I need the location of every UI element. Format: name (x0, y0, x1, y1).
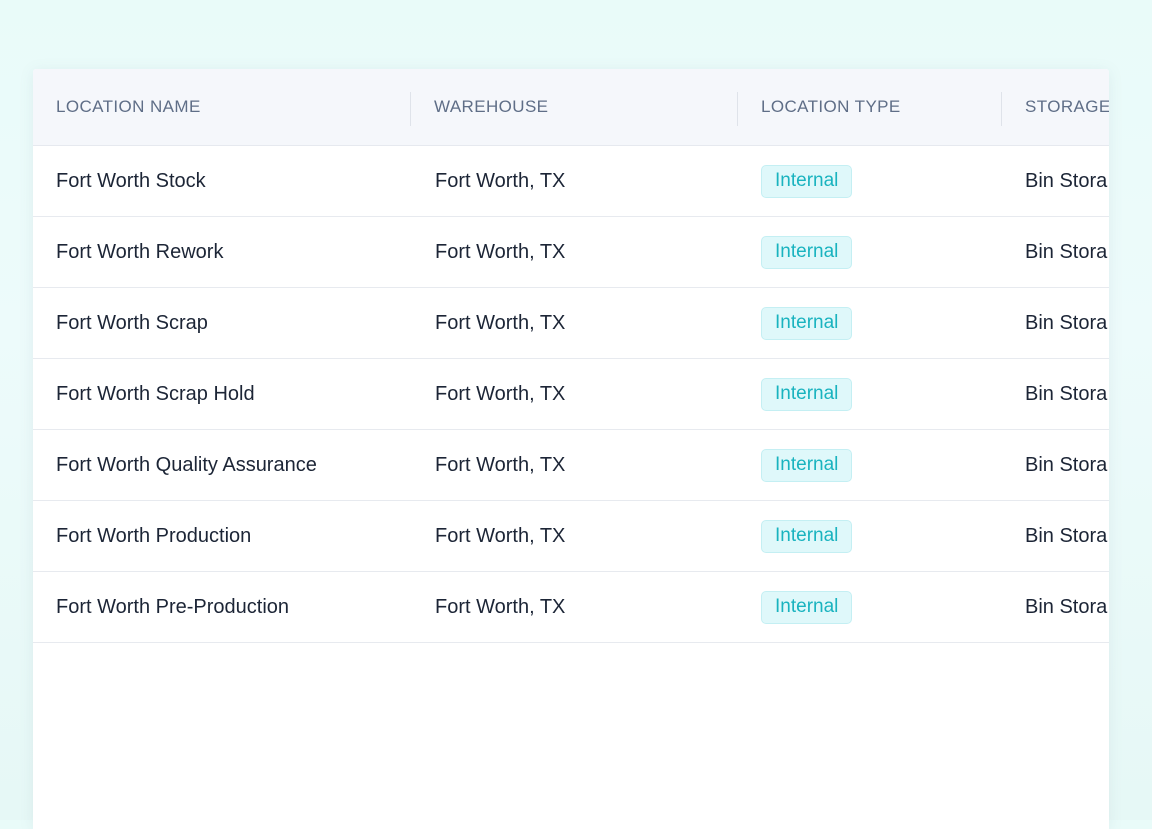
cell-location-name: Fort Worth Stock (56, 169, 206, 192)
table-row[interactable]: Fort Worth Production Fort Worth, TX Int… (33, 501, 1109, 572)
column-header-storage[interactable]: STORAGE (1002, 69, 1109, 145)
cell-storage: Bin Stora (1025, 169, 1108, 192)
column-header-label: LOCATION TYPE (761, 97, 901, 116)
column-header-location-type[interactable]: LOCATION TYPE (738, 69, 1002, 145)
cell-location-type: Internal (738, 377, 1002, 411)
table-row[interactable]: Fort Worth Pre-Production Fort Worth, TX… (33, 572, 1109, 643)
cell-location-type: Internal (738, 448, 1002, 482)
table-row[interactable]: Fort Worth Scrap Hold Fort Worth, TX Int… (33, 359, 1109, 430)
location-type-badge: Internal (761, 590, 853, 624)
location-type-badge: Internal (761, 377, 853, 411)
cell-location-type: Internal (738, 519, 1002, 553)
location-type-badge: Internal (761, 164, 853, 198)
cell-location-type: Internal (738, 590, 1002, 624)
column-header-label: WAREHOUSE (434, 97, 549, 116)
location-type-badge: Internal (761, 235, 853, 269)
cell-warehouse: Fort Worth, TX (435, 382, 566, 405)
column-header-label: LOCATION NAME (56, 97, 201, 116)
cell-storage: Bin Stora (1025, 524, 1108, 547)
table-row[interactable]: Fort Worth Stock Fort Worth, TX Internal… (33, 146, 1109, 217)
location-type-badge: Internal (761, 519, 853, 553)
cell-warehouse: Fort Worth, TX (435, 453, 566, 476)
table-row[interactable]: Fort Worth Scrap Fort Worth, TX Internal… (33, 288, 1109, 359)
locations-panel: LOCATION NAME WAREHOUSE LOCATION TYPE ST… (33, 69, 1109, 829)
cell-storage: Bin Stora (1025, 311, 1108, 334)
cell-warehouse: Fort Worth, TX (435, 311, 566, 334)
cell-storage: Bin Stora (1025, 240, 1108, 263)
cell-location-type: Internal (738, 306, 1002, 340)
cell-location-type: Internal (738, 235, 1002, 269)
table-header: LOCATION NAME WAREHOUSE LOCATION TYPE ST… (33, 69, 1109, 146)
table-row[interactable]: Fort Worth Rework Fort Worth, TX Interna… (33, 217, 1109, 288)
table-row[interactable]: Fort Worth Quality Assurance Fort Worth,… (33, 430, 1109, 501)
cell-warehouse: Fort Worth, TX (435, 595, 566, 618)
column-header-location-name[interactable]: LOCATION NAME (33, 69, 411, 145)
cell-location-name: Fort Worth Pre-Production (56, 595, 290, 618)
cell-location-type: Internal (738, 164, 1002, 198)
cell-storage: Bin Stora (1025, 382, 1108, 405)
location-type-badge: Internal (761, 306, 853, 340)
cell-warehouse: Fort Worth, TX (435, 524, 566, 547)
location-type-badge: Internal (761, 448, 853, 482)
cell-location-name: Fort Worth Scrap (56, 311, 208, 334)
cell-storage: Bin Stora (1025, 453, 1108, 476)
cell-location-name: Fort Worth Scrap Hold (56, 382, 255, 405)
cell-location-name: Fort Worth Production (56, 524, 252, 547)
cell-location-name: Fort Worth Rework (56, 240, 224, 263)
cell-location-name: Fort Worth Quality Assurance (56, 453, 317, 476)
column-header-warehouse[interactable]: WAREHOUSE (411, 69, 738, 145)
cell-warehouse: Fort Worth, TX (435, 240, 566, 263)
column-header-label: STORAGE (1025, 97, 1109, 116)
cell-warehouse: Fort Worth, TX (435, 169, 566, 192)
locations-table: LOCATION NAME WAREHOUSE LOCATION TYPE ST… (33, 69, 1109, 643)
cell-storage: Bin Stora (1025, 595, 1108, 618)
